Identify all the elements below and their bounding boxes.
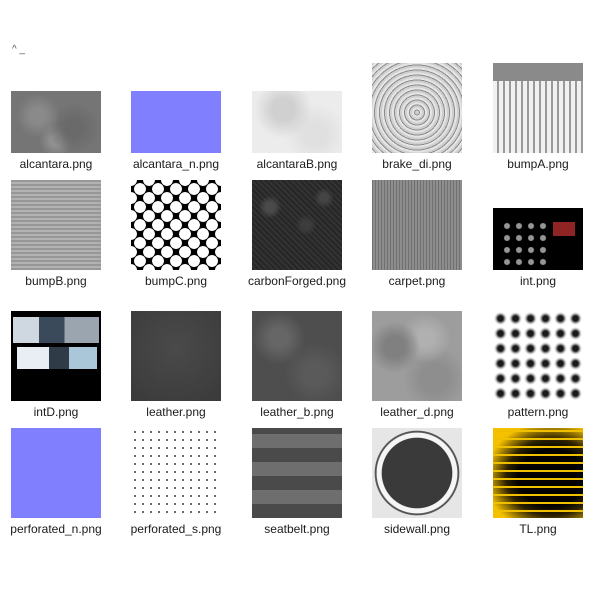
file-name: leather_b.png [260, 405, 334, 419]
file-item-bumpB[interactable]: bumpB.png [0, 178, 112, 288]
file-name: bumpB.png [25, 274, 87, 288]
file-item-leather_d[interactable]: leather_d.png [361, 309, 473, 419]
file-name: pattern.png [507, 405, 569, 419]
file-name: carpet.png [388, 274, 446, 288]
file-item-perforated_s[interactable]: perforated_s.png [120, 426, 232, 536]
file-name: leather_d.png [380, 405, 454, 419]
file-item-leather_b[interactable]: leather_b.png [241, 309, 353, 419]
file-item-int[interactable]: int.png [482, 178, 594, 288]
thumbnail-image [131, 428, 221, 518]
file-name: alcantaraB.png [256, 157, 338, 171]
file-name: bumpC.png [144, 274, 208, 288]
file-name: alcantara_n.png [132, 157, 220, 171]
file-item-pattern[interactable]: pattern.png [482, 309, 594, 419]
thumbnail-image [11, 91, 101, 153]
thumbnail-image [372, 63, 462, 153]
thumbnail-image [252, 91, 342, 153]
file-name: seatbelt.png [264, 522, 330, 536]
file-item-seatbelt[interactable]: seatbelt.png [241, 426, 353, 536]
file-grid: ^ _ alcantara.png alcantara_n.png alcant… [0, 0, 598, 598]
thumbnail-image [252, 428, 342, 518]
thumbnail-image [493, 311, 583, 401]
file-item-intD[interactable]: intD.png [0, 309, 112, 419]
file-name: sidewall.png [383, 522, 451, 536]
thumbnail-image [372, 428, 462, 518]
file-name: carbonForged.png [247, 274, 347, 288]
file-item-brake_di[interactable]: brake_di.png [361, 61, 473, 171]
thumbnail-image [131, 311, 221, 401]
file-item-TL[interactable]: TL.png [482, 426, 594, 536]
file-name: perforated_n.png [10, 522, 102, 536]
file-item-bumpC[interactable]: bumpC.png [120, 178, 232, 288]
file-item-alcantara_n[interactable]: alcantara_n.png [120, 61, 232, 171]
thumbnail-image [11, 180, 101, 270]
file-name: brake_di.png [382, 157, 452, 171]
thumbnail-image [493, 208, 583, 270]
file-item-carbonForged[interactable]: carbonForged.png [241, 178, 353, 288]
thumbnail-image [252, 311, 342, 401]
thumbnail-image [11, 311, 101, 401]
file-item-alcantara[interactable]: alcantara.png [0, 61, 112, 171]
thumbnail-image [131, 180, 221, 270]
thumbnail-image [493, 428, 583, 518]
thumbnail-image [131, 91, 221, 153]
file-item-bumpA[interactable]: bumpA.png [482, 61, 594, 171]
thumbnail-image [372, 180, 462, 270]
file-item-leather[interactable]: leather.png [120, 309, 232, 419]
stray-glyph: ^ _ [12, 44, 26, 55]
file-name: intD.png [33, 405, 79, 419]
file-item-alcantaraB[interactable]: alcantaraB.png [241, 61, 353, 171]
file-item-carpet[interactable]: carpet.png [361, 178, 473, 288]
file-name: perforated_s.png [130, 522, 222, 536]
thumbnail-image [493, 63, 583, 153]
file-item-perforated_n[interactable]: perforated_n.png [0, 426, 112, 536]
file-name: alcantara.png [19, 157, 93, 171]
file-name: leather.png [146, 405, 206, 419]
file-name: bumpA.png [507, 157, 569, 171]
file-item-sidewall[interactable]: sidewall.png [361, 426, 473, 536]
thumbnail-image [372, 311, 462, 401]
thumbnail-image [252, 180, 342, 270]
file-name: int.png [519, 274, 557, 288]
thumbnail-image [11, 428, 101, 518]
file-name: TL.png [519, 522, 557, 536]
